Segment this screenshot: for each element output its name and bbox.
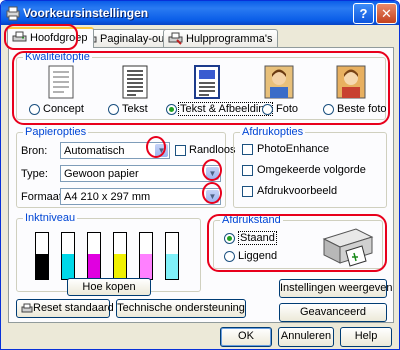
orientation-label-portrait: Staand (238, 231, 277, 245)
best-photo-icon (336, 65, 366, 99)
reset-defaults-label: Reset standaard (33, 302, 114, 314)
format-select[interactable]: A4 210 x 297 mm ▼ (60, 188, 221, 205)
ink-cartridge-2 (61, 232, 75, 280)
help-title-button[interactable]: ? (353, 3, 374, 24)
show-settings-button[interactable]: Instellingen weergeven (279, 279, 393, 298)
quality-label-beste-foto: Beste foto (337, 103, 387, 115)
tab-hulpprogrammas[interactable]: Hulpprogramma's (163, 29, 279, 47)
photo-icon (264, 65, 294, 99)
quality-label-concept: Concept (43, 103, 84, 115)
source-value: Automatisch (64, 145, 125, 157)
tab-label: Paginalay-out (100, 33, 168, 45)
chevron-down-icon[interactable]: ▼ (206, 190, 219, 203)
cancel-button[interactable]: Annuleren (278, 327, 334, 347)
paper-group: Papieropties Bron: Automatisch ▼ Randloo… (16, 126, 235, 208)
format-value: A4 210 x 297 mm (64, 191, 151, 203)
print-preview-checkbox[interactable] (242, 186, 253, 197)
quality-group: Kwaliteitoptie Concept Tekst Tekst & Afb… (16, 51, 387, 120)
ink-group: Inktniveau Hoe kopen (16, 212, 201, 296)
ink-level-fill (88, 254, 100, 279)
ink-cartridge-3 (87, 232, 101, 280)
text-image-document-icon (194, 65, 220, 99)
quality-radio-tekst-afbeelding[interactable] (166, 104, 177, 115)
quality-radio-foto[interactable] (262, 104, 273, 115)
ink-cartridge-5 (139, 232, 153, 280)
ink-cartridge-6 (165, 232, 179, 280)
source-label: Bron: (21, 145, 48, 157)
orientation-radio-portrait[interactable] (224, 233, 235, 244)
reverse-order-checkbox[interactable] (242, 165, 253, 176)
title-bar[interactable]: Voorkeursinstellingen ? ✕ (1, 1, 399, 25)
quality-label-tekst: Tekst (122, 103, 148, 115)
ink-legend: Inktniveau (23, 212, 78, 224)
printer-orientation-icon (322, 228, 374, 267)
how-to-buy-button[interactable]: Hoe kopen (67, 278, 151, 296)
quality-label-tekst-afbeelding: Tekst & Afbeelding (178, 102, 273, 116)
reset-defaults-button[interactable]: Reset standaard (16, 299, 114, 318)
orientation-legend: Afdrukstand (220, 214, 283, 226)
printer-app-icon (6, 6, 20, 21)
quality-label-foto: Foto (276, 103, 299, 115)
quality-radio-concept[interactable] (29, 104, 40, 115)
borderless-label: Randloos (189, 144, 236, 156)
ink-cartridge-1 (35, 232, 49, 280)
close-button[interactable]: ✕ (376, 3, 397, 24)
chevron-down-icon[interactable]: ▼ (155, 144, 168, 157)
ink-cartridge-4 (113, 232, 127, 280)
tab-hoofdgroep[interactable]: Hoofdgroep (7, 27, 94, 48)
print-preview-label: Afdrukvoorbeeld (257, 185, 338, 197)
window-title: Voorkeursinstellingen (23, 6, 149, 20)
ink-level-fill (166, 254, 178, 279)
type-value: Gewoon papier (64, 168, 139, 180)
type-select[interactable]: Gewoon papier ▼ (60, 165, 221, 182)
tab-label: Hoofdgroep (30, 32, 88, 44)
draft-document-icon (48, 65, 74, 99)
advanced-button[interactable]: Geavanceerd (279, 303, 387, 322)
ink-level-fill (140, 254, 152, 279)
tab-panel: Kwaliteitoptie Concept Tekst Tekst & Afb… (8, 47, 394, 323)
orientation-group: Afdrukstand Staand Liggend (213, 214, 383, 269)
ink-level-fill (114, 254, 126, 279)
photoenhance-label: PhotoEnhance (257, 143, 330, 155)
text-document-icon (122, 65, 148, 99)
ink-level-fill (62, 254, 74, 279)
reset-printer-icon (21, 303, 33, 313)
type-label: Type: (21, 168, 48, 180)
ok-button[interactable]: OK (220, 327, 272, 347)
print-options-legend: Afdrukopties (240, 126, 306, 138)
photoenhance-checkbox[interactable] (242, 144, 253, 155)
tab-label: Hulpprogramma's (186, 33, 273, 45)
chevron-down-icon[interactable]: ▼ (206, 167, 219, 180)
ink-level-fill (36, 254, 48, 279)
print-options-group: Afdrukopties PhotoEnhance Omgekeerde vol… (233, 126, 387, 208)
reverse-order-label: Omgekeerde volgorde (257, 164, 366, 176)
orientation-radio-landscape[interactable] (224, 251, 235, 262)
borderless-checkbox[interactable] (175, 145, 186, 156)
help-button[interactable]: Help (340, 327, 392, 347)
format-label: Formaat: (21, 191, 66, 203)
source-select[interactable]: Automatisch ▼ (60, 142, 170, 159)
quality-legend: Kwaliteitoptie (23, 51, 92, 63)
quality-radio-tekst[interactable] (108, 104, 119, 115)
orientation-label-landscape: Liggend (238, 250, 278, 262)
utility-tab-icon (168, 32, 183, 45)
technical-support-button[interactable]: Technische ondersteuning (116, 299, 246, 318)
paper-legend: Papieropties (23, 126, 89, 138)
quality-radio-beste-foto[interactable] (323, 104, 334, 115)
printer-tab-icon (12, 31, 27, 42)
dialog-window: Voorkeursinstellingen ? ✕ Hoofdgroep Pag… (0, 0, 400, 350)
